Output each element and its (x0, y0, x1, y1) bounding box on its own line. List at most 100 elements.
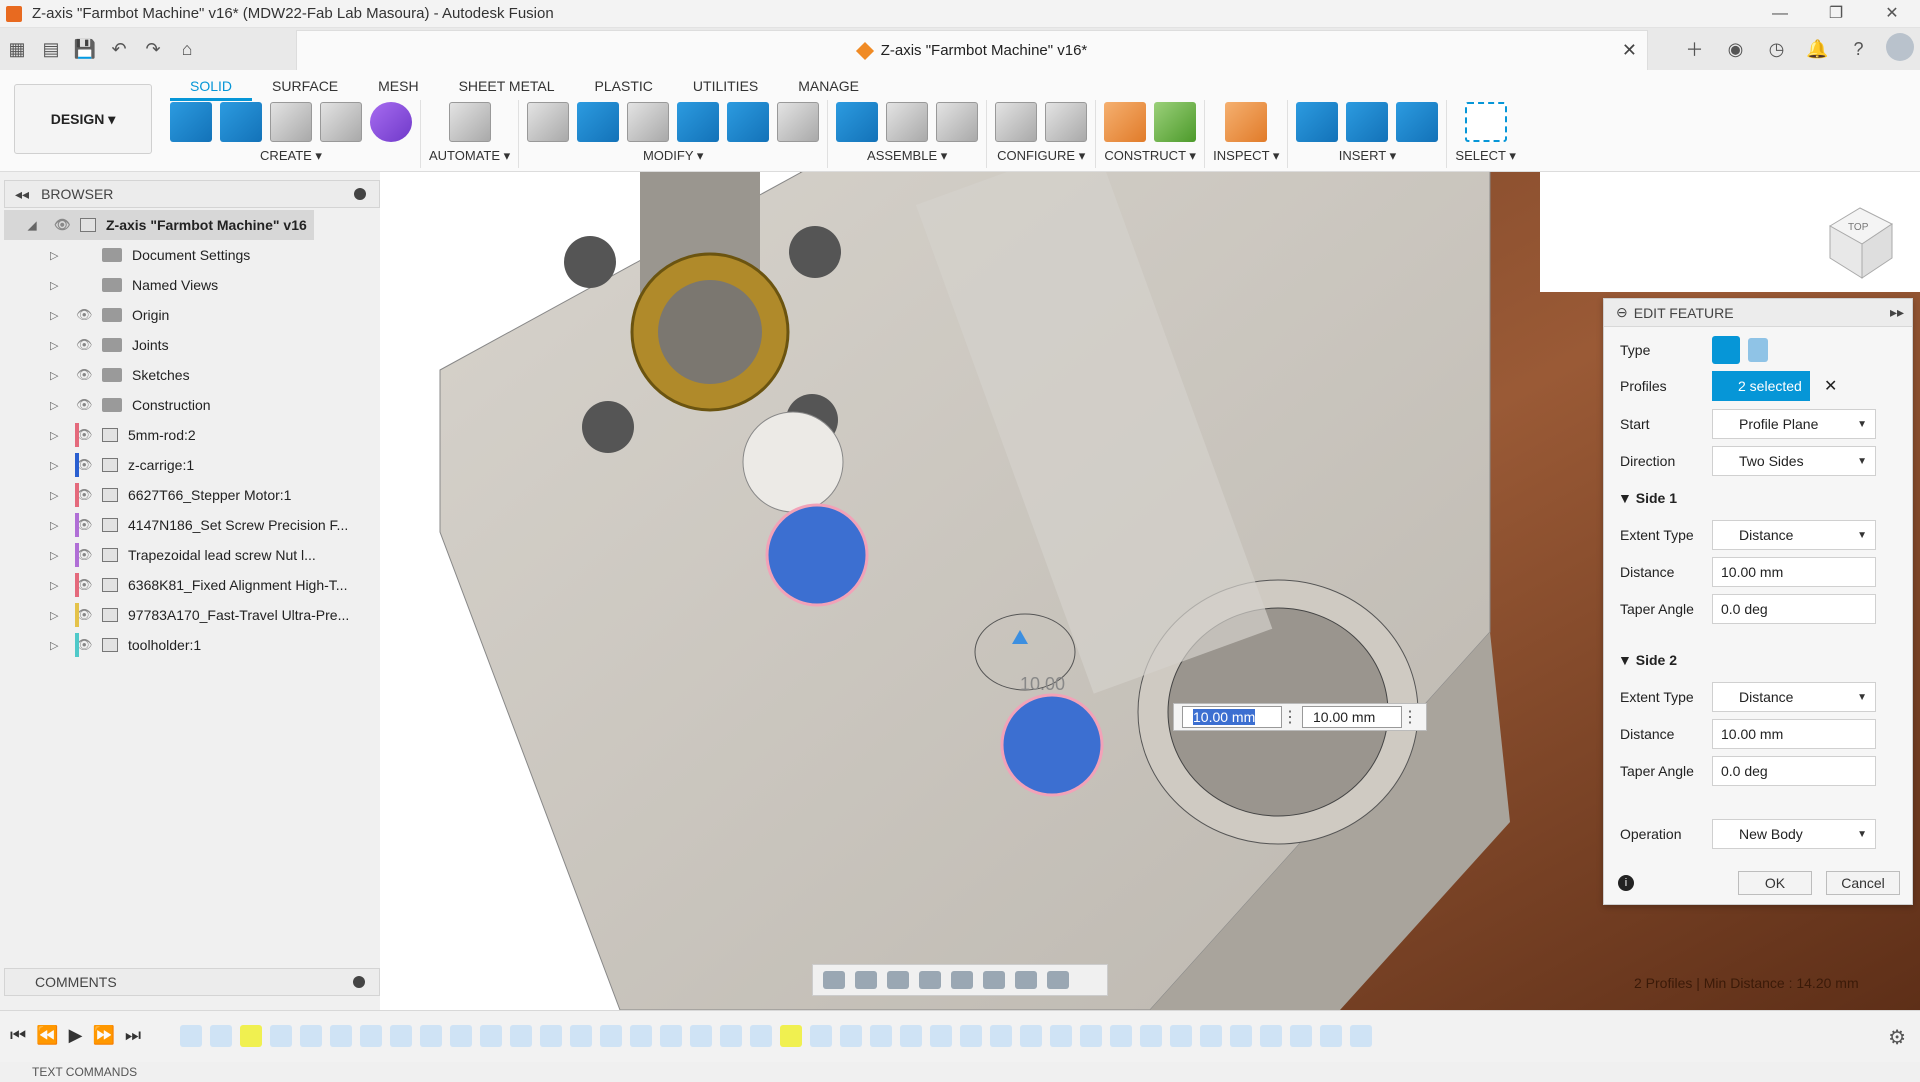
browser-tree-item[interactable]: ▷ 👁 Sketches (4, 360, 380, 390)
timeline-feature[interactable] (450, 1025, 472, 1047)
ok-button[interactable]: OK (1738, 871, 1812, 895)
visibility-eye-icon[interactable]: 👁 (76, 577, 96, 593)
tab-manage[interactable]: MANAGE (778, 74, 879, 101)
side2-extent-select[interactable]: Distance ▼ (1712, 682, 1876, 712)
visibility-eye-icon[interactable]: 👁 (76, 547, 96, 563)
zoom-window-icon[interactable] (951, 971, 973, 989)
expand-arrow-icon[interactable]: ▷ (50, 309, 66, 322)
tab-plastic[interactable]: PLASTIC (575, 74, 673, 101)
timeline-feature[interactable] (1200, 1025, 1222, 1047)
tab-sheet-metal[interactable]: SHEET METAL (439, 74, 575, 101)
type-solid-icon[interactable] (1712, 336, 1740, 364)
side1-taper-input[interactable]: 0.0 deg (1712, 594, 1876, 624)
browser-tree-item[interactable]: ▷ 👁 6368K81_Fixed Alignment High-T... (4, 570, 380, 600)
timeline-feature[interactable] (1320, 1025, 1342, 1047)
insert-derive-icon[interactable] (1296, 102, 1339, 142)
view-cube[interactable]: TOP (1810, 196, 1900, 286)
timeline-feature[interactable] (630, 1025, 652, 1047)
extrude-icon[interactable] (220, 102, 262, 142)
minimize-icon[interactable]: — (1752, 0, 1808, 28)
timeline-feature[interactable] (810, 1025, 832, 1047)
workspace-switcher[interactable]: DESIGN ▾ (14, 84, 152, 154)
viewports-icon[interactable] (1047, 971, 1069, 989)
create-menu[interactable]: CREATE ▾ (260, 148, 322, 164)
timeline-feature[interactable] (1170, 1025, 1192, 1047)
side2-distance-input[interactable]: 10.00 mm (1712, 719, 1876, 749)
modify-menu[interactable]: MODIFY ▾ (643, 148, 703, 164)
configure-icon[interactable] (995, 102, 1038, 142)
avatar[interactable] (1885, 32, 1914, 61)
app-grid-icon[interactable]: ▦ (0, 34, 34, 64)
expand-arrow-icon[interactable]: ▷ (50, 279, 66, 292)
previous-step-icon[interactable]: ⏪ (36, 1025, 58, 1046)
first-step-icon[interactable]: ⏮ (10, 1025, 26, 1046)
timeline-feature[interactable] (1260, 1025, 1282, 1047)
visibility-eye-icon[interactable]: 👁 (76, 307, 96, 323)
expand-arrow-icon[interactable]: ▷ (50, 489, 66, 502)
new-component-icon[interactable] (170, 102, 212, 142)
browser-root-row[interactable]: ◢ 👁 Z-axis "Farmbot Machine" v16 (4, 210, 314, 240)
expand-arrow-icon[interactable]: ▷ (50, 639, 66, 652)
midplane-icon[interactable] (1154, 102, 1197, 142)
inspect-menu[interactable]: INSPECT ▾ (1213, 148, 1279, 164)
timeline-feature[interactable] (540, 1025, 562, 1047)
shell-icon[interactable] (627, 102, 670, 142)
timeline-feature[interactable] (750, 1025, 772, 1047)
timeline-feature[interactable] (480, 1025, 502, 1047)
construct-menu[interactable]: CONSTRUCT ▾ (1104, 148, 1196, 164)
cancel-button[interactable]: Cancel (1826, 871, 1900, 895)
timeline-feature[interactable] (690, 1025, 712, 1047)
display-settings-icon[interactable] (983, 971, 1005, 989)
timeline-feature[interactable] (870, 1025, 892, 1047)
offset-face-icon[interactable] (727, 102, 770, 142)
side2-more-icon[interactable]: ⋮ (1402, 707, 1418, 727)
orbit-icon[interactable] (823, 971, 845, 989)
browser-tree-item[interactable]: ▷ 👁 4147N186_Set Screw Precision F... (4, 510, 380, 540)
visibility-eye-icon[interactable]: 👁 (76, 637, 96, 653)
timeline-feature[interactable] (1350, 1025, 1372, 1047)
side2-distance-field[interactable]: 10.00 mm (1302, 706, 1402, 728)
expand-arrow-icon[interactable]: ▷ (50, 429, 66, 442)
timeline-feature[interactable] (1110, 1025, 1132, 1047)
expand-arrow-icon[interactable]: ▷ (50, 369, 66, 382)
info-icon[interactable]: i (1618, 875, 1634, 891)
measure-icon[interactable] (1225, 102, 1268, 142)
user-avatar-slot[interactable] (1879, 32, 1920, 66)
timeline-feature[interactable] (930, 1025, 952, 1047)
timeline-feature[interactable] (660, 1025, 682, 1047)
restore-icon[interactable]: ❐ (1808, 0, 1864, 28)
undo-icon[interactable]: ↶ (102, 34, 136, 64)
feature-stop-icon[interactable]: ⊖ (1616, 304, 1628, 321)
side2-taper-input[interactable]: 0.0 deg (1712, 756, 1876, 786)
extensions-icon[interactable]: ◉ (1715, 39, 1756, 60)
browser-tree-item[interactable]: ▷ 👁 Construction (4, 390, 380, 420)
joint-icon[interactable] (886, 102, 929, 142)
operation-select[interactable]: New Body ▼ (1712, 819, 1876, 849)
insert-mcmaster-icon[interactable] (1346, 102, 1389, 142)
timeline-feature[interactable] (210, 1025, 232, 1047)
start-select[interactable]: Profile Plane ▼ (1712, 409, 1876, 439)
timeline-feature[interactable] (390, 1025, 412, 1047)
sketch-icon[interactable] (320, 102, 362, 142)
expand-panel-icon[interactable]: ▸▸ (1890, 304, 1904, 321)
expand-arrow-icon[interactable]: ▷ (50, 249, 66, 262)
timeline-feature[interactable] (510, 1025, 532, 1047)
table-icon[interactable] (936, 102, 979, 142)
job-status-icon[interactable]: ◷ (1756, 39, 1797, 60)
notifications-icon[interactable]: 🔔 (1797, 39, 1838, 60)
browser-tree-item[interactable]: ▷ Document Settings (4, 240, 380, 270)
timeline-feature[interactable] (570, 1025, 592, 1047)
timeline-feature[interactable] (900, 1025, 922, 1047)
expand-arrow-icon[interactable]: ▷ (50, 459, 66, 472)
expand-arrow-icon[interactable]: ▷ (50, 549, 66, 562)
new-tab-icon[interactable]: ＋ (1674, 36, 1715, 62)
clear-selection-icon[interactable]: ✕ (1824, 376, 1837, 396)
expand-arrow-icon[interactable]: ▷ (50, 399, 66, 412)
combine-icon[interactable] (677, 102, 720, 142)
timeline-feature[interactable] (1230, 1025, 1252, 1047)
timeline-feature[interactable] (960, 1025, 982, 1047)
visibility-eye-icon[interactable]: 👁 (76, 397, 96, 413)
visibility-eye-icon[interactable]: 👁 (76, 427, 96, 443)
tab-mesh[interactable]: MESH (358, 74, 438, 101)
timeline-feature[interactable] (600, 1025, 622, 1047)
